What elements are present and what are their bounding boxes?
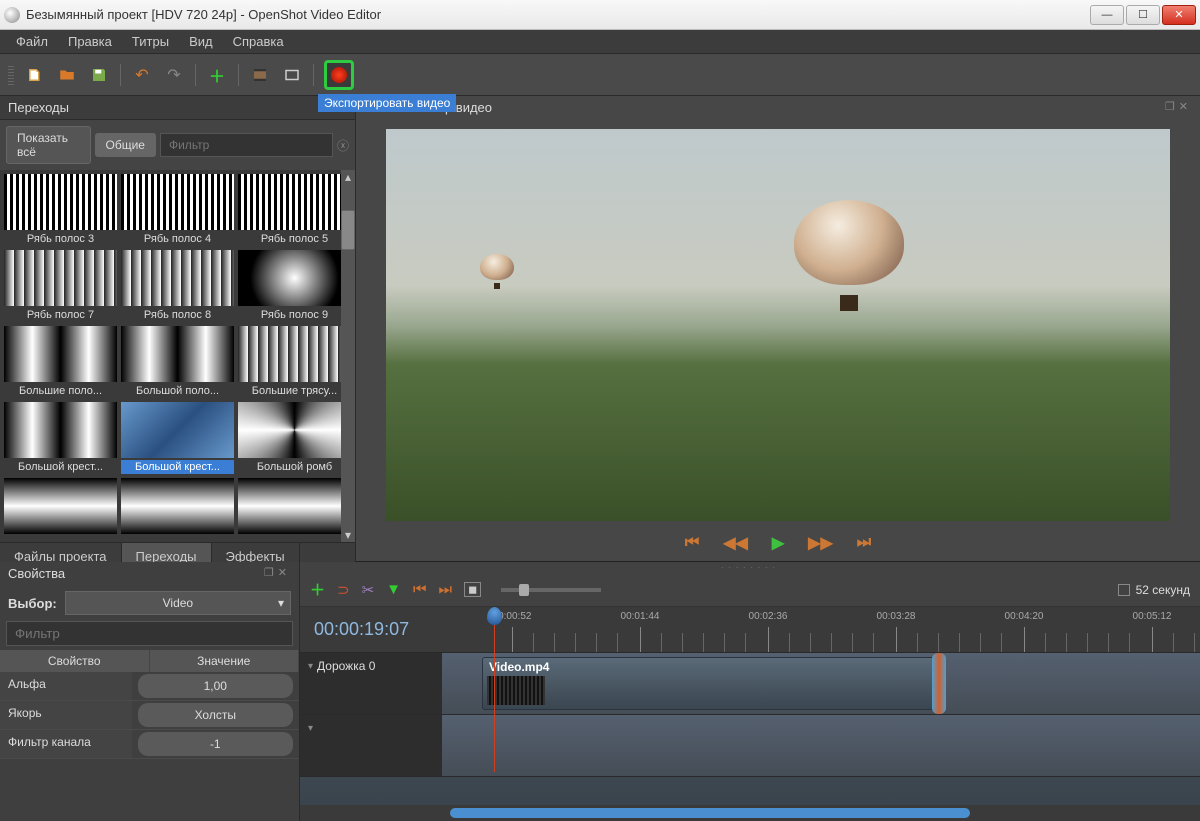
window-maximize-button[interactable]: ☐ [1126,5,1160,25]
transition-thumb[interactable]: Большой ромб [238,402,351,474]
transition-thumb[interactable]: Большой крест... [4,402,117,474]
prev-marker-icon[interactable]: ⏮ [413,581,427,598]
playback-controls: ⏮ ◀◀ ▶ ▶▶ ⏭ [356,525,1200,561]
timeline-toolbar: ＋ ⊃ ✂ ▼ ⏮ ⏭ ◼ 52 секунд [300,573,1200,607]
main-toolbar: ↶ ↷ ＋ [0,54,1200,96]
new-project-icon[interactable] [24,64,46,86]
transitions-scrollbar[interactable]: ▴ ▾ [341,170,355,542]
timeline-duration: 52 секунд [1136,583,1190,597]
preview-panel: Предпросм отр видео ❐✕ ⏮ ◀◀ ▶ ▶▶ ⏭ [356,96,1200,561]
menu-titles[interactable]: Титры [124,31,177,52]
timeline-ruler[interactable]: 00:00:5200:01:4400:02:3600:03:2800:04:20… [442,607,1200,652]
open-project-icon[interactable] [56,64,78,86]
menu-file[interactable]: Файл [8,31,56,52]
transition-thumb[interactable]: Рябь полос 4 [121,174,234,246]
timecode-display[interactable]: 00:00:19:07 [300,619,442,640]
track-body[interactable]: Video.mp4 [442,653,1200,714]
menubar: Файл Правка Титры Вид Справка [0,30,1200,54]
app-icon [4,7,20,23]
rewind-icon[interactable]: ◀◀ [723,533,748,553]
selection-label: Выбор: [8,596,57,611]
panel-close-icon[interactable]: ✕ [1179,100,1188,115]
property-row[interactable]: ЯкорьХолсты [0,701,299,730]
properties-filter-input[interactable] [6,621,293,646]
window-title: Безымянный проект [HDV 720 24p] - OpenSh… [26,7,1090,22]
export-tooltip: Экспортировать видео [318,94,456,112]
zoom-slider[interactable] [501,588,601,592]
common-button[interactable]: Общие [95,133,156,157]
transition-thumb[interactable] [4,478,117,538]
forward-icon[interactable]: ▶▶ [808,533,833,553]
menu-view[interactable]: Вид [181,31,221,52]
snap-icon[interactable]: ⊃ [337,581,350,599]
transition-thumb[interactable]: Большой поло... [121,326,234,398]
col-value[interactable]: Значение [150,650,300,672]
fullscreen-icon[interactable] [281,64,303,86]
export-video-icon [331,67,347,83]
show-all-button[interactable]: Показать всё [6,126,91,164]
timeline-panel: ········ ＋ ⊃ ✂ ▼ ⏮ ⏭ ◼ 52 секунд 00:00:1… [300,562,1200,821]
menu-edit[interactable]: Правка [60,31,120,52]
transition-thumb[interactable]: Большой крест... [121,402,234,474]
panel-dock-icon[interactable]: ❐ [264,566,274,581]
transitions-filter-input[interactable] [160,133,333,157]
transition-thumb[interactable]: Рябь полос 7 [4,250,117,322]
left-panel: Переходы Показать всё Общие ⓧ Рябь полос… [0,96,356,561]
transition-marker[interactable] [932,653,946,714]
timeline-h-scrollbar[interactable] [300,805,1200,821]
properties-title: Свойства [8,566,65,581]
export-video-button[interactable] [324,60,354,90]
jump-end-icon[interactable]: ⏭ [857,534,871,552]
balloon-graphic-small [480,254,514,294]
save-project-icon[interactable] [88,64,110,86]
undo-icon[interactable]: ↶ [131,64,153,86]
transition-thumb[interactable] [238,478,351,538]
razor-icon[interactable]: ✂ [362,581,375,599]
profile-icon[interactable] [249,64,271,86]
panel-dock-icon[interactable]: ❐ [1165,100,1175,115]
transition-thumb[interactable] [121,478,234,538]
jump-start-icon[interactable]: ⏮ [685,534,699,552]
transition-thumb[interactable]: Большие трясу... [238,326,351,398]
play-icon[interactable]: ▶ [772,533,784,553]
next-marker-icon[interactable]: ⏭ [439,581,453,598]
duration-checkbox[interactable] [1118,584,1130,596]
video-clip[interactable]: Video.mp4 [482,657,937,710]
transition-thumb[interactable]: Рябь полос 8 [121,250,234,322]
add-track-icon[interactable]: ＋ [310,579,325,600]
video-preview[interactable] [386,129,1170,521]
properties-panel: Свойства ❐ ✕ Выбор: Video Свойство Значен… [0,562,300,821]
col-property[interactable]: Свойство [0,650,150,672]
property-row[interactable]: Фильтр канала-1 [0,730,299,759]
transitions-grid: Рябь полос 3Рябь полос 4Рябь полос 5Рябь… [0,170,355,542]
clip-thumbnail [487,676,545,705]
panel-close-icon[interactable]: ✕ [278,566,287,581]
track-body-empty[interactable] [442,715,1200,776]
clear-filter-icon[interactable]: ⓧ [337,137,349,154]
window-minimize-button[interactable]: — [1090,5,1124,25]
center-playhead-icon[interactable]: ◼ [464,582,481,597]
window-close-button[interactable]: ✕ [1162,5,1196,25]
transitions-panel-title: Переходы [0,96,355,120]
marker-dropdown-icon[interactable]: ▼ [386,581,401,598]
balloon-graphic [794,200,904,330]
property-row[interactable]: Альфа1,00 [0,672,299,701]
transition-thumb[interactable]: Рябь полос 9 [238,250,351,322]
toolbar-grip[interactable] [8,65,14,85]
redo-icon[interactable]: ↷ [163,64,185,86]
selection-dropdown[interactable]: Video [65,591,291,615]
track-header[interactable]: Дорожка 0 [300,653,442,714]
transition-thumb[interactable]: Рябь полос 5 [238,174,351,246]
transition-thumb[interactable]: Большие поло... [4,326,117,398]
menu-help[interactable]: Справка [225,31,292,52]
playhead[interactable] [494,607,495,772]
transition-thumb[interactable]: Рябь полос 3 [4,174,117,246]
track-header-empty[interactable] [300,715,442,776]
window-titlebar: Безымянный проект [HDV 720 24p] - OpenSh… [0,0,1200,30]
import-files-icon[interactable]: ＋ [206,64,228,86]
